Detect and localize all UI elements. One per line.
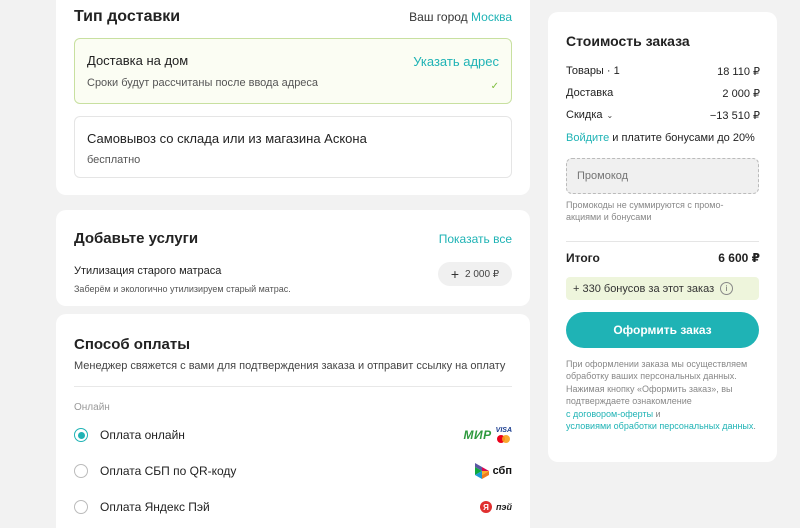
payment-option-sbp[interactable]: Оплата СБП по QR-коду сбп xyxy=(74,461,512,481)
summary-row-goods: Товары · 1 18 110 ₽ xyxy=(566,65,760,78)
sbp-logo-text: сбп xyxy=(492,465,512,477)
offer-contract-link[interactable]: с договором-оферты xyxy=(566,409,653,419)
checkout-button[interactable]: Оформить заказ xyxy=(566,312,759,348)
yandex-icon: Я xyxy=(480,501,493,513)
payment-group-label: Онлайн xyxy=(74,402,110,413)
discount-label: Скидка xyxy=(566,109,603,121)
delivery-title: Тип доставки xyxy=(74,8,181,25)
visa-logo: VISA xyxy=(495,427,512,434)
payment-option-label: Оплата онлайн xyxy=(100,428,185,442)
service-name: Утилизация старого матраса xyxy=(74,265,222,277)
privacy-terms-link[interactable]: условиями обработки персональных данных xyxy=(566,421,753,431)
legal-notice: При оформлении заказа мы осуществляем об… xyxy=(566,358,760,432)
city-selector: Ваш город Москва xyxy=(409,10,512,24)
summary-row-delivery: Доставка 2 000 ₽ xyxy=(566,87,760,100)
divider xyxy=(74,386,512,387)
summary-title: Стоимость заказа xyxy=(566,33,690,49)
check-icon: ✓ xyxy=(490,81,499,92)
delivery-option-home-subtitle: Сроки будут рассчитаны после ввода адрес… xyxy=(87,77,319,89)
total-value: 6 600 ₽ xyxy=(718,251,760,265)
payment-option-label: Оплата СБП по QR-коду xyxy=(100,464,237,478)
divider xyxy=(566,241,759,242)
promo-note: Промокоды не суммируются с промо-акциями… xyxy=(566,200,724,222)
delivery-option-pickup-title: Самовывоз со склада или из магазина Аско… xyxy=(87,131,367,146)
yandex-pay-logo: Я пэй xyxy=(480,497,512,517)
summary-row-total: Итого 6 600 ₽ xyxy=(566,251,760,265)
bonus-badge: + 330 бонусов за этот заказ i xyxy=(566,277,759,300)
delivery-option-pickup-subtitle: бесплатно xyxy=(87,154,141,166)
mir-logo: МИР xyxy=(463,428,492,442)
service-description: Заберём и экологично утилизируем старый … xyxy=(74,284,291,294)
mir-visa-mastercard-logo: МИР VISA xyxy=(464,425,512,445)
chevron-down-icon[interactable]: ⌄ xyxy=(607,111,614,120)
radio-unselected[interactable] xyxy=(74,500,88,514)
delivery-option-home[interactable]: Доставка на дом Сроки будут рассчитаны п… xyxy=(74,38,512,104)
legal-text: При оформлении заказа мы осуществляем об… xyxy=(566,359,748,407)
specify-address-link[interactable]: Указать адрес xyxy=(413,54,499,69)
delivery-label: Доставка xyxy=(566,87,614,99)
services-card: Добавьте услуги Показать все Утилизация … xyxy=(56,210,530,306)
city-label: Ваш город xyxy=(409,10,468,24)
payment-method-card: Способ оплаты Менеджер свяжется с вами д… xyxy=(56,314,530,528)
city-link[interactable]: Москва xyxy=(471,10,512,24)
sbp-icon xyxy=(474,463,489,479)
payment-title: Способ оплаты xyxy=(74,336,191,353)
sbp-logo: сбп xyxy=(474,461,512,481)
delivery-option-home-title: Доставка на дом xyxy=(87,53,189,68)
order-summary-card: Стоимость заказа Товары · 1 18 110 ₽ Дос… xyxy=(548,12,777,462)
show-all-link[interactable]: Показать все xyxy=(439,232,512,246)
delivery-type-card: Тип доставки Ваш город Москва Доставка н… xyxy=(56,0,530,195)
service-price: 2 000 ₽ xyxy=(465,268,500,280)
delivery-value: 2 000 ₽ xyxy=(722,88,760,100)
goods-label: Товары · 1 xyxy=(566,65,620,77)
summary-row-discount[interactable]: Скидка ⌄ −13 510 ₽ xyxy=(566,109,760,122)
payment-option-online[interactable]: Оплата онлайн МИР VISA xyxy=(74,425,512,445)
radio-unselected[interactable] xyxy=(74,464,88,478)
legal-end: . xyxy=(753,421,756,432)
payment-subtitle: Менеджер свяжется с вами для подтвержден… xyxy=(74,360,506,372)
promo-code-input[interactable] xyxy=(566,158,759,194)
plus-icon: + xyxy=(450,266,459,282)
services-title: Добавьте услуги xyxy=(74,230,199,247)
delivery-option-pickup[interactable]: Самовывоз со склада или из магазина Аско… xyxy=(74,116,512,178)
yandex-pay-logo-text: пэй xyxy=(496,502,512,512)
login-bonus-line: Войдите и платите бонусами до 20% xyxy=(566,132,755,144)
payment-option-label: Оплата Яндекс Пэй xyxy=(100,500,210,514)
payment-option-yandex-pay[interactable]: Оплата Яндекс Пэй Я пэй xyxy=(74,497,512,517)
radio-selected[interactable] xyxy=(74,428,88,442)
goods-value: 18 110 ₽ xyxy=(717,66,760,78)
discount-value: −13 510 ₽ xyxy=(709,110,760,122)
legal-and: и xyxy=(653,408,661,419)
info-icon[interactable]: i xyxy=(720,282,734,295)
login-text: и платите бонусами до 20% xyxy=(609,132,755,144)
total-label: Итого xyxy=(566,251,600,265)
login-link[interactable]: Войдите xyxy=(566,132,609,144)
bonus-text: + 330 бонусов за этот заказ xyxy=(573,282,715,295)
mastercard-icon xyxy=(497,435,511,443)
add-service-button[interactable]: + 2 000 ₽ xyxy=(438,262,512,286)
